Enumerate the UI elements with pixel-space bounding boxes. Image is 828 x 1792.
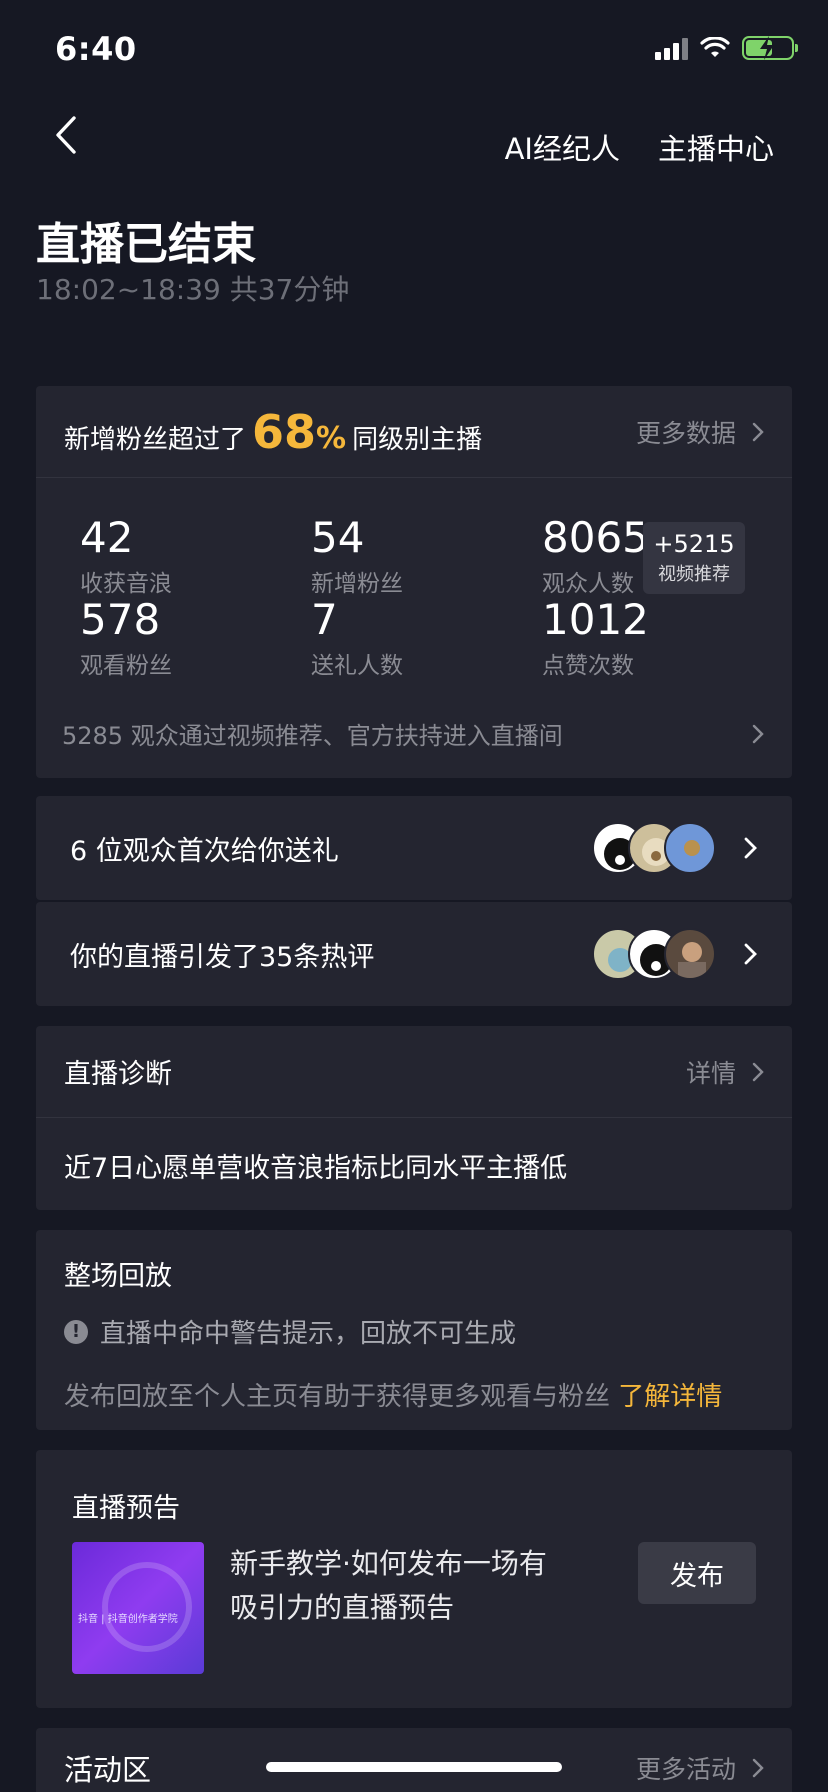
signal-icon xyxy=(655,36,688,60)
avatar xyxy=(664,822,716,874)
alert-icon: ! xyxy=(64,1319,88,1344)
status-icons xyxy=(655,36,798,60)
follower-percent: 68% xyxy=(252,404,347,459)
video-recommend-badge: +5215 视频推荐 xyxy=(643,522,745,594)
traffic-source-row[interactable]: 5285 观众通过视频推荐、官方扶持进入直播间 xyxy=(62,716,764,751)
status-bar: 6:40 xyxy=(0,0,828,100)
page-title: 直播已结束 xyxy=(36,219,256,270)
summary-card: 新增粉丝超过了 68% 同级别主播 更多数据 42 收获音浪 54 新增粉丝 806… xyxy=(36,386,792,778)
streamer-center-link[interactable]: 主播中心 xyxy=(658,126,774,168)
more-activities-link[interactable]: 更多活动 xyxy=(636,1750,764,1786)
publish-button[interactable]: 发布 xyxy=(638,1542,756,1604)
nav-bar: AI经纪人 主播中心 xyxy=(0,100,828,190)
preview-title: 直播预告 xyxy=(72,1493,180,1524)
diagnosis-header[interactable]: 直播诊断 详情 xyxy=(36,1026,792,1118)
live-duration: 18:02~18:39 共37分钟 xyxy=(36,273,350,306)
stat-watching-fans: 578 观看粉丝 xyxy=(80,595,172,680)
wifi-icon xyxy=(700,37,730,57)
diagnosis-body: 近7日心愿单营收音浪指标比同水平主播低 xyxy=(64,1153,568,1184)
live-preview-card: 直播预告 抖音 | 抖音创作者学院 新手教学·如何发布一场有吸引力的直播预告 发… xyxy=(36,1450,792,1708)
chevron-left-icon xyxy=(56,116,76,154)
avatar xyxy=(664,928,716,980)
first-gift-row[interactable]: 6 位观众首次给你送礼 xyxy=(36,796,792,900)
battery-icon xyxy=(742,36,798,60)
activity-card: 活动区 更多活动 xyxy=(36,1728,792,1792)
thumbnail-label: 抖音 | 抖音创作者学院 xyxy=(78,1614,178,1625)
replay-card: 整场回放 ! 直播中命中警告提示，回放不可生成 发布回放至个人主页有助于获得更多… xyxy=(36,1230,792,1430)
stat-sound-waves: 42 收获音浪 xyxy=(80,513,172,598)
chevron-right-icon xyxy=(744,837,757,859)
replay-publish-hint: 发布回放至个人主页有助于获得更多观看与粉丝 了解详情 xyxy=(64,1382,723,1412)
home-indicator[interactable] xyxy=(266,1762,562,1772)
chevron-right-icon xyxy=(752,1758,764,1778)
first-gift-text: 6 位观众首次给你送礼 xyxy=(70,835,339,867)
stat-gift-senders: 7 送礼人数 xyxy=(311,595,403,680)
preview-thumbnail[interactable]: 抖音 | 抖音创作者学院 xyxy=(72,1542,204,1674)
summary-suffix: 同级别主播 xyxy=(352,424,483,455)
activity-title: 活动区 xyxy=(64,1753,152,1787)
gift-avatars xyxy=(592,822,716,874)
stat-new-followers: 54 新增粉丝 xyxy=(311,513,403,598)
replay-title: 整场回放 xyxy=(64,1261,172,1292)
diagnosis-card: 直播诊断 详情 近7日心愿单营收音浪指标比同水平主播低 xyxy=(36,1026,792,1210)
stat-viewers: 8065 观众人数 xyxy=(542,513,649,598)
chevron-right-icon xyxy=(752,724,764,743)
chevron-right-icon xyxy=(744,943,757,965)
hot-comments-text: 你的直播引发了35条热评 xyxy=(70,941,375,973)
diagnosis-detail-link[interactable]: 详情 xyxy=(686,1054,764,1090)
status-time: 6:40 xyxy=(55,30,137,68)
diagnosis-title: 直播诊断 xyxy=(64,1059,172,1090)
back-button[interactable] xyxy=(46,110,86,160)
summary-prefix: 新增粉丝超过了 xyxy=(64,424,247,455)
more-data-link[interactable]: 更多数据 xyxy=(636,414,764,450)
ai-agent-link[interactable]: AI经纪人 xyxy=(505,126,620,168)
replay-warning: ! 直播中命中警告提示，回放不可生成 xyxy=(64,1313,764,1350)
hot-comments-row[interactable]: 你的直播引发了35条热评 xyxy=(36,902,792,1006)
comment-avatars xyxy=(592,928,716,980)
summary-header[interactable]: 新增粉丝超过了 68% 同级别主播 更多数据 xyxy=(36,386,792,478)
learn-more-link[interactable]: 了解详情 xyxy=(618,1382,722,1412)
preview-description[interactable]: 新手教学·如何发布一场有吸引力的直播预告 xyxy=(230,1542,570,1630)
chevron-right-icon xyxy=(752,1062,764,1081)
traffic-source-text: 5285 观众通过视频推荐、官方扶持进入直播间 xyxy=(62,722,563,750)
stat-likes: 1012 点赞次数 xyxy=(542,595,649,680)
chevron-right-icon xyxy=(752,422,764,441)
